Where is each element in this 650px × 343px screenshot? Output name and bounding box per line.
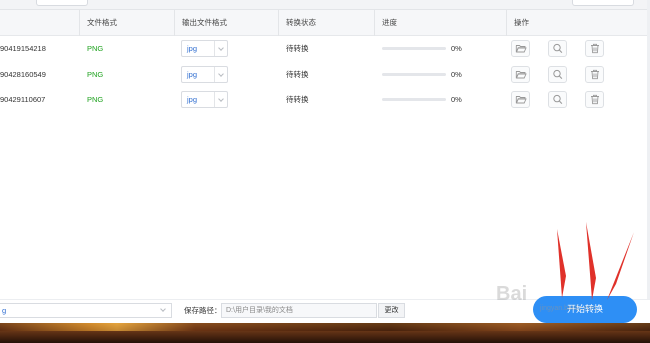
- background-photo-strip: [0, 323, 650, 343]
- annotation-arrows: [557, 222, 634, 300]
- arrow-icon: [607, 232, 634, 300]
- arrow-icon: [586, 222, 596, 300]
- arrow-icon: [557, 229, 566, 298]
